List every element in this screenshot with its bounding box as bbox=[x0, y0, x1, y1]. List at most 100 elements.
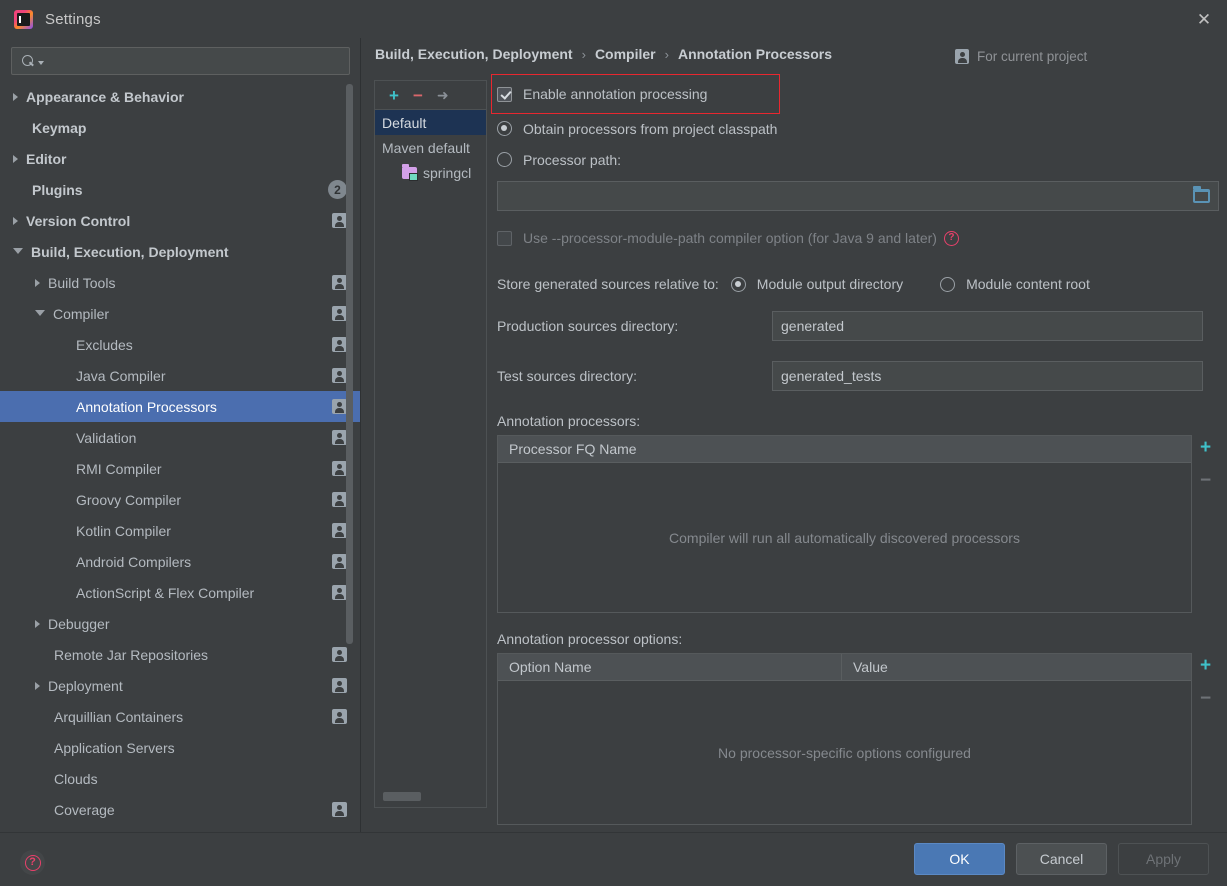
sidebar-item-groovy-compiler[interactable]: Groovy Compiler bbox=[0, 484, 361, 515]
breadcrumb-item[interactable]: Build, Execution, Deployment bbox=[375, 46, 573, 62]
person-badge-icon bbox=[332, 585, 347, 600]
sidebar-item-java-compiler[interactable]: Java Compiler bbox=[0, 360, 361, 391]
processor-path-option[interactable]: Processor path: bbox=[497, 144, 1219, 175]
sidebar-item-actionscript-flex-compiler[interactable]: ActionScript & Flex Compiler bbox=[0, 577, 361, 608]
module-content-radio[interactable] bbox=[940, 276, 956, 292]
cancel-button[interactable]: Cancel bbox=[1016, 843, 1107, 875]
sidebar-item-application-servers[interactable]: Application Servers bbox=[0, 732, 361, 763]
sidebar-item-rmi-compiler[interactable]: RMI Compiler bbox=[0, 453, 361, 484]
breadcrumb-item[interactable]: Annotation Processors bbox=[678, 46, 832, 62]
move-to-profile-icon[interactable]: ➜ bbox=[437, 88, 449, 102]
sidebar-item-clouds[interactable]: Clouds bbox=[0, 763, 361, 794]
help-button[interactable]: ? bbox=[20, 850, 45, 875]
module-output-radio[interactable] bbox=[730, 276, 746, 292]
column-processor-fq-name[interactable]: Processor FQ Name bbox=[498, 436, 1191, 462]
sidebar-scrollbar[interactable] bbox=[346, 84, 353, 644]
sidebar-item-appearance-behavior[interactable]: Appearance & Behavior bbox=[0, 81, 361, 112]
processors-table-wrap: Processor FQ Name Compiler will run all … bbox=[497, 435, 1219, 613]
profile-item[interactable]: springcl bbox=[375, 160, 486, 185]
column-option-name[interactable]: Option Name bbox=[498, 654, 841, 680]
sidebar-item-arquillian-containers[interactable]: Arquillian Containers bbox=[0, 701, 361, 732]
chevron-right-icon[interactable] bbox=[13, 216, 18, 225]
profile-item[interactable]: Default bbox=[375, 110, 486, 135]
sidebar-item-label: Build Tools bbox=[48, 274, 116, 291]
sidebar-item-annotation-processors[interactable]: Annotation Processors bbox=[0, 391, 361, 422]
sidebar-item-deployment[interactable]: Deployment bbox=[0, 670, 361, 701]
sidebar-item-label: Annotation Processors bbox=[76, 398, 217, 415]
sidebar-item-validation[interactable]: Validation bbox=[0, 422, 361, 453]
options-table-wrap: Option Name Value No processor-specific … bbox=[497, 653, 1219, 825]
add-processor-icon[interactable]: + bbox=[1200, 438, 1211, 457]
remove-option-icon[interactable]: − bbox=[1200, 689, 1211, 708]
add-option-icon[interactable]: + bbox=[1200, 656, 1211, 675]
chevron-right-icon[interactable] bbox=[35, 681, 40, 690]
chevron-down-icon[interactable] bbox=[13, 247, 23, 258]
search-input[interactable] bbox=[11, 47, 350, 75]
obtain-classpath-radio[interactable] bbox=[497, 121, 512, 136]
breadcrumb-item[interactable]: Compiler bbox=[595, 46, 656, 62]
sidebar-item-keymap[interactable]: Keymap bbox=[0, 112, 361, 143]
sidebar-item-plugins[interactable]: Plugins 2 bbox=[0, 174, 361, 205]
options-table-empty: No processor-specific options configured bbox=[718, 744, 971, 761]
sidebar-item-excludes[interactable]: Excludes bbox=[0, 329, 361, 360]
obtain-classpath-option[interactable]: Obtain processors from project classpath bbox=[497, 113, 1219, 144]
sidebar-item-label: Build, Execution, Deployment bbox=[31, 243, 229, 260]
sidebar-item-version-control[interactable]: Version Control bbox=[0, 205, 361, 236]
chevron-down-icon[interactable] bbox=[35, 309, 45, 320]
test-dir-row: Test sources directory: generated_tests bbox=[497, 359, 1219, 393]
processor-path-radio[interactable] bbox=[497, 152, 512, 167]
store-relative-label: Store generated sources relative to: bbox=[497, 276, 719, 292]
processors-table-header: Processor FQ Name bbox=[498, 436, 1191, 463]
column-value[interactable]: Value bbox=[841, 654, 1191, 680]
sidebar-item-remote-jar-repositories[interactable]: Remote Jar Repositories bbox=[0, 639, 361, 670]
module-folder-icon bbox=[402, 163, 418, 181]
chevron-right-icon[interactable] bbox=[35, 619, 40, 628]
ok-button[interactable]: OK bbox=[914, 843, 1005, 875]
sidebar-item-android-compilers[interactable]: Android Compilers bbox=[0, 546, 361, 577]
annotation-processors-settings: Enable annotation processing Obtain proc… bbox=[491, 74, 1219, 825]
chevron-right-icon[interactable] bbox=[13, 92, 18, 101]
help-question-icon[interactable]: ? bbox=[943, 230, 959, 246]
enable-processing-checkbox[interactable] bbox=[497, 86, 512, 102]
add-profile-icon[interactable]: + bbox=[389, 87, 399, 104]
sidebar-item-kotlin-compiler[interactable]: Kotlin Compiler bbox=[0, 515, 361, 546]
processors-table[interactable]: Processor FQ Name Compiler will run all … bbox=[497, 435, 1192, 613]
enable-processing-row[interactable]: Enable annotation processing bbox=[491, 74, 1219, 114]
profile-item[interactable]: Maven default bbox=[375, 135, 486, 160]
sidebar-item-editor[interactable]: Editor bbox=[0, 143, 361, 174]
remove-profile-icon[interactable]: − bbox=[413, 87, 423, 104]
sidebar-item-label: Version Control bbox=[26, 212, 131, 229]
folder-browse-icon[interactable] bbox=[1193, 186, 1210, 203]
profiles-panel: + − ➜ Default Maven default springcl bbox=[374, 80, 487, 808]
sidebar-item-compiler[interactable]: Compiler bbox=[0, 298, 361, 329]
profile-label: Default bbox=[382, 114, 427, 131]
sidebar-item-debugger[interactable]: Debugger bbox=[0, 608, 361, 639]
module-path-option-row[interactable]: Use --processor-module-path compiler opt… bbox=[497, 223, 1219, 253]
profiles-horizontal-scrollbar[interactable] bbox=[383, 792, 421, 801]
plugin-update-count-badge: 2 bbox=[328, 180, 347, 199]
chevron-right-icon[interactable] bbox=[13, 154, 18, 163]
apply-button[interactable]: Apply bbox=[1118, 843, 1209, 875]
sidebar-item-coverage[interactable]: Coverage bbox=[0, 794, 361, 825]
person-badge-icon bbox=[332, 709, 347, 724]
processors-table-empty: Compiler will run all automatically disc… bbox=[669, 529, 1020, 546]
options-table[interactable]: Option Name Value No processor-specific … bbox=[497, 653, 1192, 825]
close-icon[interactable]: ✕ bbox=[1181, 0, 1227, 38]
processor-module-path-checkbox[interactable] bbox=[497, 230, 512, 246]
person-badge-icon bbox=[332, 554, 347, 569]
chevron-right-icon[interactable] bbox=[35, 278, 40, 287]
processors-table-label: Annotation processors: bbox=[497, 413, 641, 429]
sidebar-item-build-execution-deployment[interactable]: Build, Execution, Deployment bbox=[0, 236, 361, 267]
production-dir-input[interactable]: generated bbox=[772, 311, 1203, 341]
processor-path-field[interactable] bbox=[497, 181, 1219, 211]
remove-processor-icon[interactable]: − bbox=[1200, 471, 1211, 490]
test-dir-input[interactable]: generated_tests bbox=[772, 361, 1203, 391]
sidebar-item-build-tools[interactable]: Build Tools bbox=[0, 267, 361, 298]
